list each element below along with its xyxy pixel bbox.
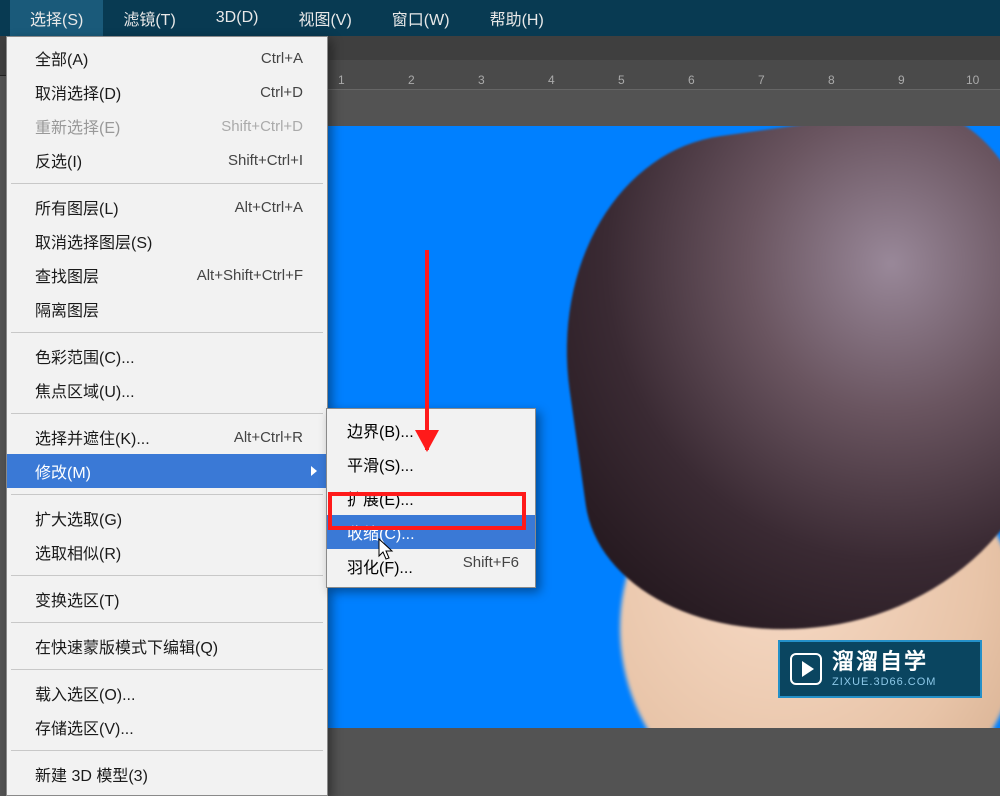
- menu-separator: [11, 622, 323, 623]
- submenu-item-smooth[interactable]: 平滑(S)...: [327, 447, 535, 481]
- menu-item-all[interactable]: 全部(A)Ctrl+A: [7, 41, 327, 75]
- watermark-url: ZIXUE.3D66.COM: [832, 676, 936, 689]
- menu-separator: [11, 494, 323, 495]
- menu-item-quick-mask[interactable]: 在快速蒙版模式下编辑(Q): [7, 629, 327, 663]
- menubar: 选择(S) 滤镜(T) 3D(D) 视图(V) 窗口(W) 帮助(H): [0, 0, 1000, 36]
- ruler-tick: 9: [898, 73, 905, 87]
- ruler-tick: 7: [758, 73, 765, 87]
- watermark: 溜溜自学 ZIXUE.3D66.COM: [778, 640, 982, 698]
- ruler-tick: 6: [688, 73, 695, 87]
- submenu-item-expand[interactable]: 扩展(E)...: [327, 481, 535, 515]
- ruler-horizontal: 1 2 3 4 5 6 7 8 9 10 11: [328, 60, 1000, 90]
- submenu-item-feather[interactable]: 羽化(F)...Shift+F6: [327, 549, 535, 583]
- menu-help[interactable]: 帮助(H): [470, 0, 564, 36]
- menu-item-color-range[interactable]: 色彩范围(C)...: [7, 339, 327, 373]
- menu-item-deselect-layers[interactable]: 取消选择图层(S): [7, 224, 327, 258]
- menu-item-modify[interactable]: 修改(M): [7, 454, 327, 488]
- select-menu-dropdown: 全部(A)Ctrl+A 取消选择(D)Ctrl+D 重新选择(E)Shift+C…: [6, 36, 328, 796]
- menu-item-transform-selection[interactable]: 变换选区(T): [7, 582, 327, 616]
- menu-separator: [11, 413, 323, 414]
- modify-submenu: 边界(B)... 平滑(S)... 扩展(E)... 收缩(C)... 羽化(F…: [326, 408, 536, 588]
- menu-item-save-selection[interactable]: 存储选区(V)...: [7, 710, 327, 744]
- subject-hair: [538, 126, 1000, 657]
- ruler-tick: 4: [548, 73, 555, 87]
- menu-item-reselect: 重新选择(E)Shift+Ctrl+D: [7, 109, 327, 143]
- menu-item-select-and-mask[interactable]: 选择并遮住(K)...Alt+Ctrl+R: [7, 420, 327, 454]
- watermark-title: 溜溜自学: [832, 649, 936, 675]
- ruler-tick: 5: [618, 73, 625, 87]
- menu-item-similar[interactable]: 选取相似(R): [7, 535, 327, 569]
- ruler-tick: 10: [966, 73, 979, 87]
- chevron-right-icon: [311, 466, 317, 476]
- menu-separator: [11, 750, 323, 751]
- ruler-tick: 2: [408, 73, 415, 87]
- menu-item-load-selection[interactable]: 载入选区(O)...: [7, 676, 327, 710]
- menu-separator: [11, 332, 323, 333]
- menu-item-inverse[interactable]: 反选(I)Shift+Ctrl+I: [7, 143, 327, 177]
- menu-separator: [11, 669, 323, 670]
- submenu-item-contract[interactable]: 收缩(C)...: [327, 515, 535, 549]
- menu-item-isolate-layers[interactable]: 隔离图层: [7, 292, 327, 326]
- menu-separator: [11, 183, 323, 184]
- menu-item-grow[interactable]: 扩大选取(G): [7, 501, 327, 535]
- play-icon: [790, 653, 822, 685]
- menu-item-all-layers[interactable]: 所有图层(L)Alt+Ctrl+A: [7, 190, 327, 224]
- ruler-tick: 1: [338, 73, 345, 87]
- menu-item-focus-area[interactable]: 焦点区域(U)...: [7, 373, 327, 407]
- submenu-item-border[interactable]: 边界(B)...: [327, 413, 535, 447]
- menu-item-deselect[interactable]: 取消选择(D)Ctrl+D: [7, 75, 327, 109]
- menu-view[interactable]: 视图(V): [278, 0, 371, 36]
- ruler-tick: 3: [478, 73, 485, 87]
- menu-item-new-3d-extrusion[interactable]: 新建 3D 模型(3): [7, 757, 327, 791]
- menu-separator: [11, 575, 323, 576]
- menu-select[interactable]: 选择(S): [10, 0, 103, 36]
- menu-item-find-layers[interactable]: 查找图层Alt+Shift+Ctrl+F: [7, 258, 327, 292]
- ruler-tick: 8: [828, 73, 835, 87]
- menu-window[interactable]: 窗口(W): [372, 0, 470, 36]
- menu-filter[interactable]: 滤镜(T): [103, 0, 195, 36]
- menu-3d[interactable]: 3D(D): [196, 3, 279, 33]
